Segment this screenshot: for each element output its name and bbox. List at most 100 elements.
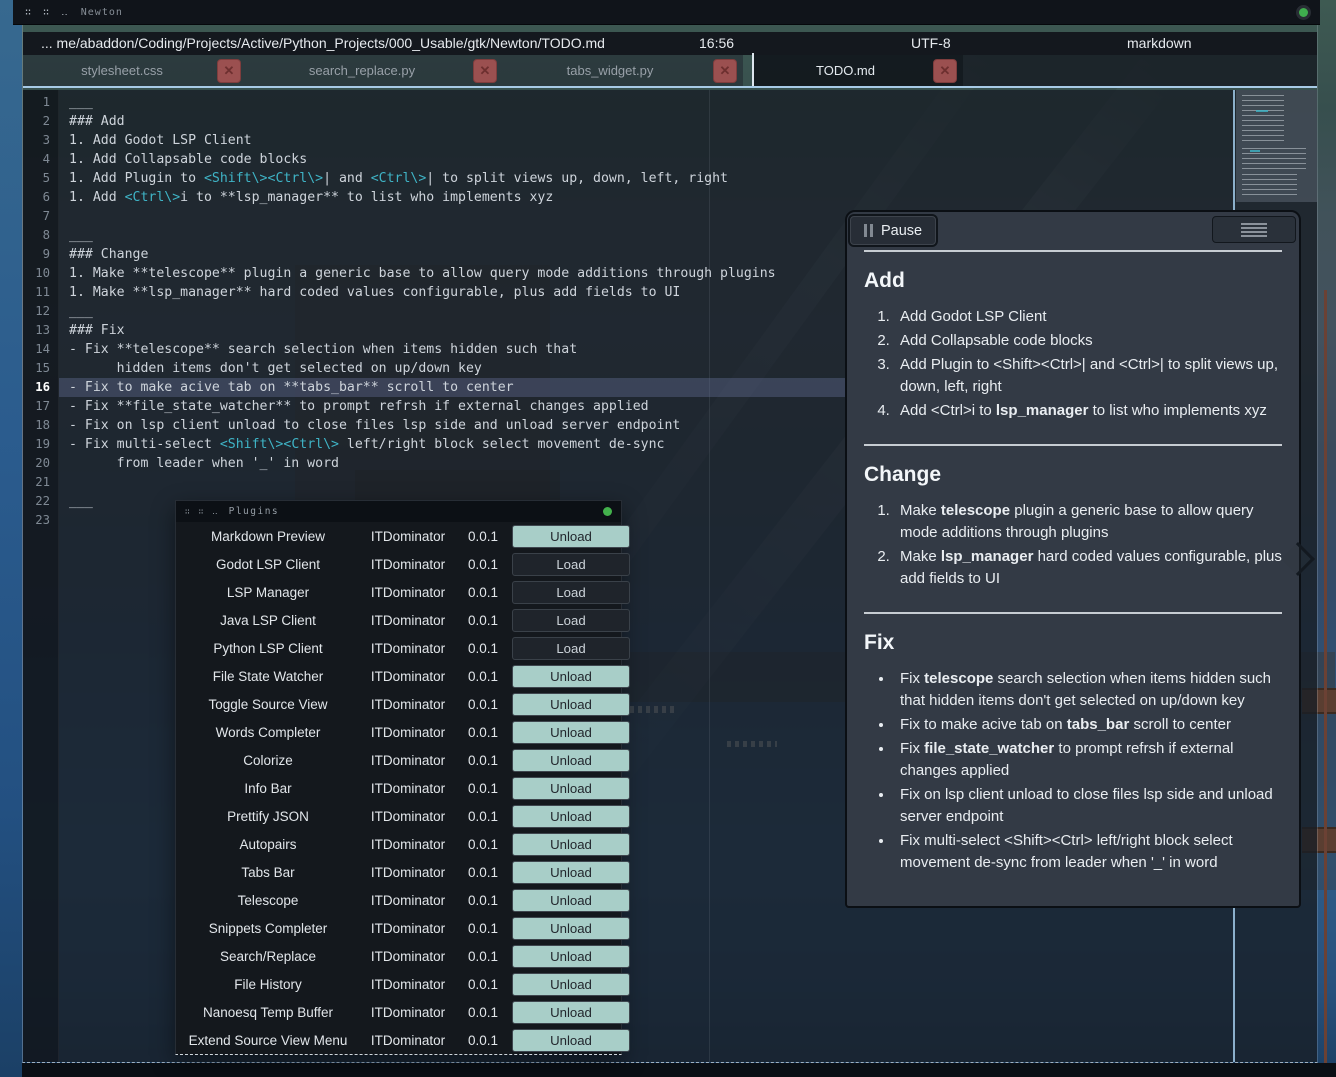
- pause-button-label: Pause: [881, 223, 922, 239]
- plugin-version: 0.0.1: [460, 949, 506, 964]
- plugin-row: AutopairsITDominator0.0.1Unload: [176, 830, 621, 858]
- unload-plugin-button[interactable]: Unload: [512, 805, 630, 828]
- unload-plugin-button[interactable]: Unload: [512, 945, 630, 968]
- unload-plugin-button[interactable]: Unload: [512, 777, 630, 800]
- plugin-version: 0.0.1: [460, 1005, 506, 1020]
- unload-plugin-button[interactable]: Unload: [512, 749, 630, 772]
- tab-close-icon[interactable]: ✕: [933, 59, 957, 83]
- preview-menu-button[interactable]: [1212, 216, 1296, 243]
- unload-plugin-button[interactable]: Unload: [512, 1001, 630, 1024]
- markdown-list-item: Fix telescope search selection when item…: [894, 668, 1282, 712]
- tab-TODO.md[interactable]: TODO.md ✕: [754, 55, 963, 86]
- window-titlebar[interactable]: ∷ ∷ ‥ Newton: [13, 0, 1320, 25]
- line-number: 12: [23, 302, 59, 321]
- plugin-row: Nanoesq Temp BufferITDominator0.0.1Unloa…: [176, 998, 621, 1026]
- plugin-name: Godot LSP Client: [180, 557, 356, 572]
- code-line: 61. Add <Ctrl\>i to **lsp_manager** to l…: [23, 188, 1233, 207]
- plugin-author: ITDominator: [356, 837, 460, 852]
- code-line: 51. Add Plugin to <Shift\><Ctrl\>| and <…: [23, 169, 1233, 188]
- unload-plugin-button[interactable]: Unload: [512, 833, 630, 856]
- pause-button[interactable]: Pause: [850, 216, 936, 245]
- line-number: 8: [23, 226, 59, 245]
- markdown-list: Add Godot LSP ClientAdd Collapsable code…: [864, 306, 1282, 422]
- plugin-row: ColorizeITDominator0.0.1Unload: [176, 746, 621, 774]
- plugin-version: 0.0.1: [460, 557, 506, 572]
- line-number: 13: [23, 321, 59, 340]
- line-number: 7: [23, 207, 59, 226]
- tab-tabs_widget.py[interactable]: tabs_widget.py✕: [503, 55, 743, 86]
- load-plugin-button[interactable]: Load: [512, 581, 630, 604]
- markdown-list-item: Fix to make acive tab on tabs_bar scroll…: [894, 714, 1282, 736]
- plugin-version: 0.0.1: [460, 697, 506, 712]
- status-bar: ... me/abaddon/Coding/Projects/Active/Py…: [23, 32, 1317, 55]
- unload-plugin-button[interactable]: Unload: [512, 721, 630, 744]
- plugin-name: Markdown Preview: [180, 529, 356, 544]
- plugin-author: ITDominator: [356, 865, 460, 880]
- window-status-dot: [1299, 8, 1308, 17]
- code-line: 31. Add Godot LSP Client: [23, 131, 1233, 150]
- unload-plugin-button[interactable]: Unload: [512, 525, 630, 548]
- load-plugin-button[interactable]: Load: [512, 637, 630, 660]
- plugin-name: LSP Manager: [180, 585, 356, 600]
- plugin-author: ITDominator: [356, 949, 460, 964]
- plugin-author: ITDominator: [356, 893, 460, 908]
- plugin-author: ITDominator: [356, 921, 460, 936]
- desktop: ∷ ∷ ‥ Newton ... me/abaddon/Coding/Proje…: [0, 0, 1336, 1077]
- load-plugin-button[interactable]: Load: [512, 553, 630, 576]
- code-text: ___: [59, 93, 1233, 112]
- unload-plugin-button[interactable]: Unload: [512, 665, 630, 688]
- code-line: 1___: [23, 93, 1233, 112]
- tab-close-icon[interactable]: ✕: [713, 59, 737, 83]
- unload-plugin-button[interactable]: Unload: [512, 861, 630, 884]
- line-number: 5: [23, 169, 59, 188]
- minimap[interactable]: [1236, 90, 1317, 202]
- tab-label: TODO.md: [816, 63, 875, 78]
- plugin-author: ITDominator: [356, 1005, 460, 1020]
- markdown-hr: [864, 612, 1282, 614]
- unload-plugin-button[interactable]: Unload: [512, 889, 630, 912]
- pause-icon: [864, 224, 873, 237]
- plugin-version: 0.0.1: [460, 865, 506, 880]
- plugins-window-titlebar[interactable]: ∷ ∷ ‥ Plugins: [176, 501, 621, 522]
- plugin-row: Search/ReplaceITDominator0.0.1Unload: [176, 942, 621, 970]
- tab-label: search_replace.py: [309, 63, 415, 78]
- plugin-row: LSP ManagerITDominator0.0.1Load: [176, 578, 621, 606]
- tab-close-icon[interactable]: ✕: [217, 59, 241, 83]
- plugin-version: 0.0.1: [460, 613, 506, 628]
- markdown-list-item: Add Plugin to <Shift><Ctrl>| and <Ctrl>|…: [894, 354, 1282, 398]
- wallpaper-pole: [1324, 290, 1327, 1063]
- tab-search_replace.py[interactable]: search_replace.py ✕: [247, 55, 503, 86]
- plugin-name: Nanoesq Temp Buffer: [180, 1005, 356, 1020]
- plugin-author: ITDominator: [356, 669, 460, 684]
- unload-plugin-button[interactable]: Unload: [512, 917, 630, 940]
- plugin-name: Toggle Source View: [180, 697, 356, 712]
- plugin-version: 0.0.1: [460, 725, 506, 740]
- plugin-row: TelescopeITDominator0.0.1Unload: [176, 886, 621, 914]
- unload-plugin-button[interactable]: Unload: [512, 1029, 630, 1052]
- code-line: 41. Add Collapsable code blocks: [23, 150, 1233, 169]
- markdown-list-item: Fix on lsp client unload to close files …: [894, 784, 1282, 828]
- line-number: 11: [23, 283, 59, 302]
- plugin-author: ITDominator: [356, 613, 460, 628]
- markdown-list-item: Make lsp_manager hard coded values confi…: [894, 546, 1282, 590]
- unload-plugin-button[interactable]: Unload: [512, 693, 630, 716]
- plugin-name: File State Watcher: [180, 669, 356, 684]
- plugin-name: Telescope: [180, 893, 356, 908]
- tab-close-icon[interactable]: ✕: [473, 59, 497, 83]
- plugin-version: 0.0.1: [460, 529, 506, 544]
- line-number: 2: [23, 112, 59, 131]
- plugin-row: Python LSP ClientITDominator0.0.1Load: [176, 634, 621, 662]
- minimap-highlight: [1250, 150, 1260, 152]
- plugin-name: Prettify JSON: [180, 809, 356, 824]
- code-text: 1. Add <Ctrl\>i to **lsp_manager** to li…: [59, 188, 1233, 207]
- tab-stylesheet.css[interactable]: stylesheet.css ✕: [23, 55, 247, 86]
- load-plugin-button[interactable]: Load: [512, 609, 630, 632]
- plugin-author: ITDominator: [356, 977, 460, 992]
- preview-toolbar: Pause: [847, 212, 1299, 250]
- markdown-hr: [864, 444, 1282, 446]
- wallpaper-edge: [0, 0, 22, 1077]
- markdown-heading: Fix: [864, 631, 1282, 655]
- plugin-name: Info Bar: [180, 781, 356, 796]
- tab-label: stylesheet.css: [81, 63, 163, 78]
- unload-plugin-button[interactable]: Unload: [512, 973, 630, 996]
